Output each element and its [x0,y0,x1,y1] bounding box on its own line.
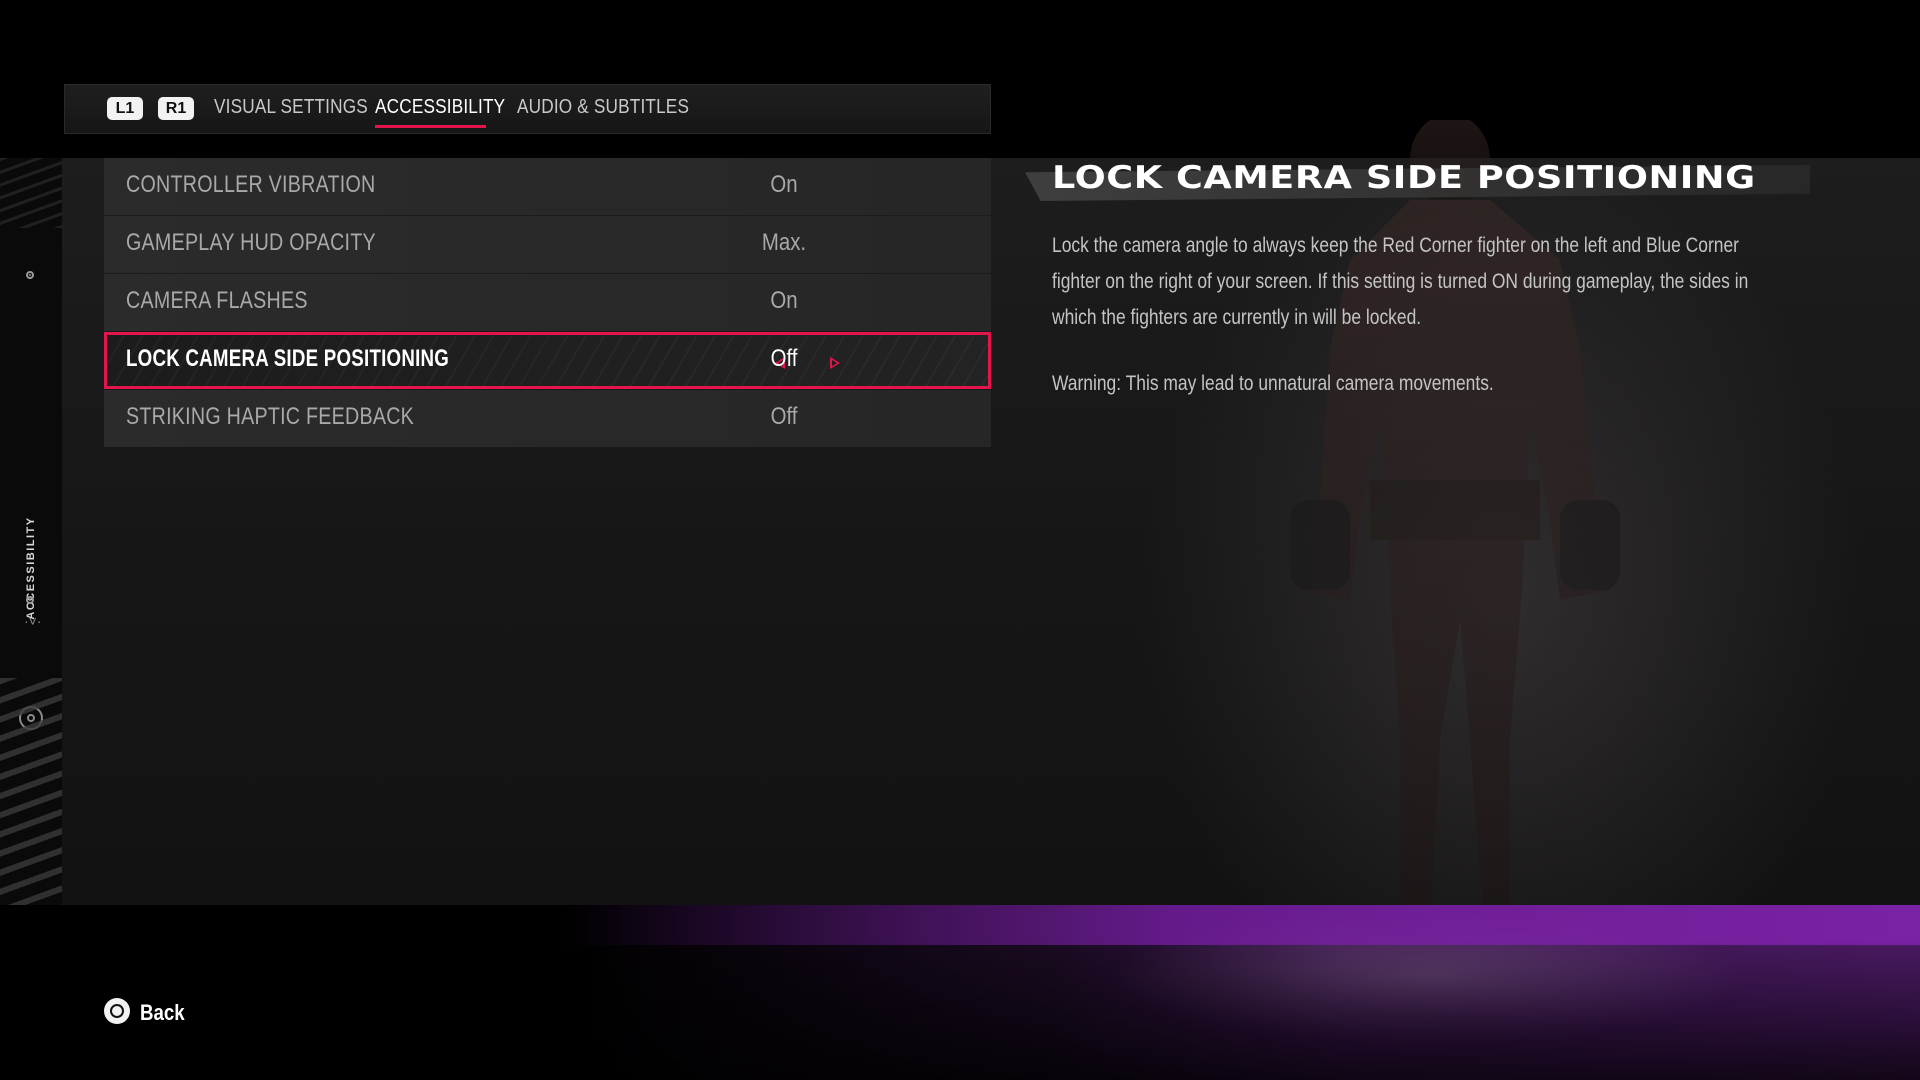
settings-screen: ACCESSIBILITY ·˅· L1 R1 VISUAL SETTINGS … [0,0,1920,1080]
setting-value-text: Off [770,345,798,372]
tab-visual-settings[interactable]: VISUAL SETTINGS [214,96,368,119]
setting-row-lock-camera-side-positioning[interactable]: LOCK CAMERA SIDE POSITIONING Off [104,332,991,389]
settings-list: CONTROLLER VIBRATION On GAMEPLAY HUD OPA… [104,158,991,448]
setting-value-text: On [770,287,798,314]
dot-icon [26,596,34,604]
setting-value-text: Off [770,403,798,430]
rail-stripes-bottom [0,678,62,905]
setting-label: CAMERA FLASHES [126,287,308,314]
tab-bar: L1 R1 VISUAL SETTINGS ACCESSIBILITY AUDI… [64,84,991,134]
left-rail: ACCESSIBILITY ·˅· [0,158,62,905]
description-title: LOCK CAMERA SIDE POSITIONING [1052,160,1756,196]
setting-label: GAMEPLAY HUD OPACITY [126,229,376,256]
setting-row-gameplay-hud-opacity[interactable]: GAMEPLAY HUD OPACITY Max. [104,216,991,273]
tab-accessibility[interactable]: ACCESSIBILITY [375,96,505,119]
active-tab-underline [375,125,486,128]
floor-purple-glow [560,905,1920,945]
tab-audio-subtitles[interactable]: AUDIO & SUBTITLES [517,96,689,119]
description-warning: Warning: This may lead to unnatural came… [1052,372,1494,395]
back-label: Back [140,1000,185,1025]
rail-stripes-top [0,158,62,228]
setting-value-text: On [770,171,798,198]
circle-button-icon [104,998,130,1024]
l1-button-icon[interactable]: L1 [107,97,143,120]
chevron-down-icon: ·˅· [24,613,42,629]
dot-icon [26,271,34,279]
setting-row-controller-vibration[interactable]: CONTROLLER VIBRATION On [104,158,991,215]
value-selector [107,347,994,371]
setting-row-striking-haptic-feedback[interactable]: STRIKING HAPTIC FEEDBACK Off [104,390,991,447]
setting-row-camera-flashes[interactable]: CAMERA FLASHES On [104,274,991,331]
setting-label: STRIKING HAPTIC FEEDBACK [126,403,415,430]
arrow-right-icon[interactable] [830,357,840,369]
setting-value-text: Max. [761,229,807,256]
floor-shadow [0,940,1920,1080]
r1-button-icon[interactable]: R1 [158,97,194,120]
rail-section-label: ACCESSIBILITY [25,516,37,620]
description-body: Lock the camera angle to always keep the… [1052,234,1749,329]
setting-label: CONTROLLER VIBRATION [126,171,376,198]
